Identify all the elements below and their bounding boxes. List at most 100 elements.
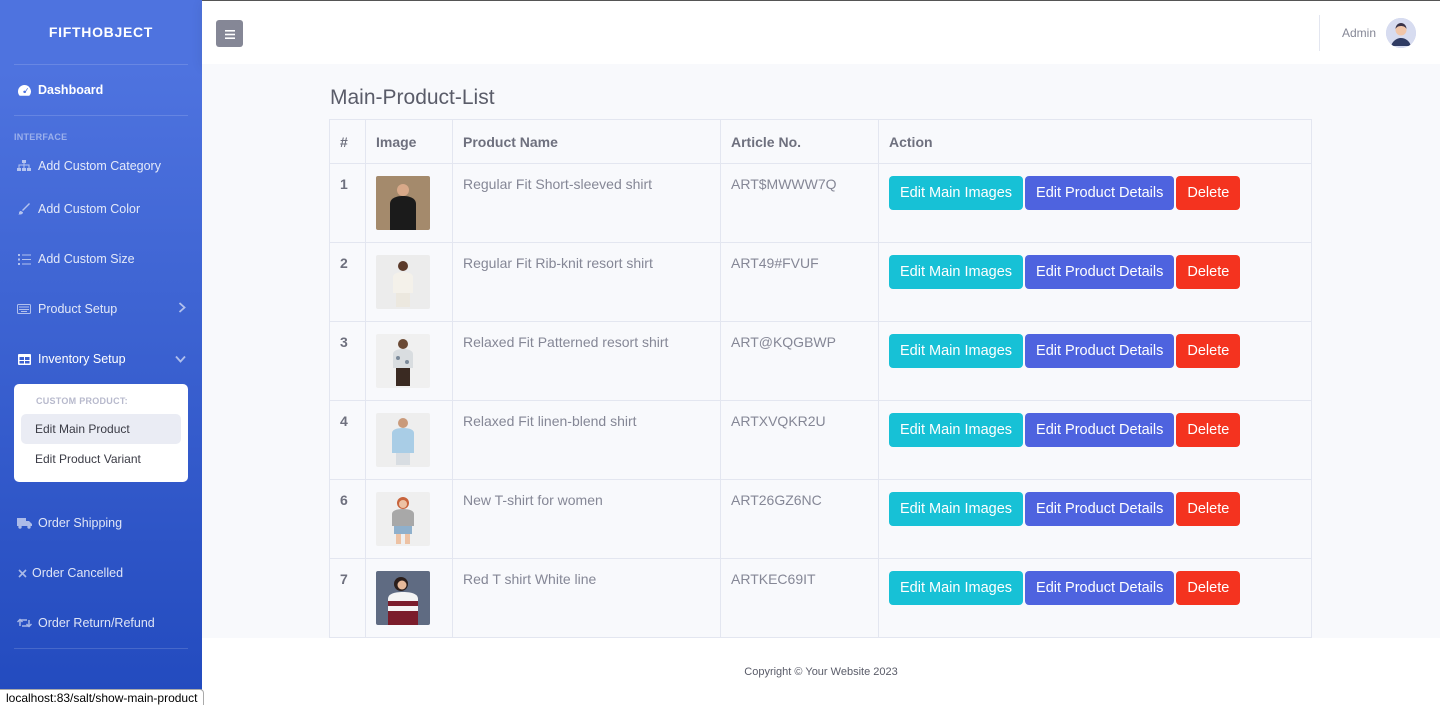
edit-product-details-button[interactable]: Edit Product Details: [1025, 255, 1175, 289]
row-number: 3: [329, 321, 366, 401]
truck-icon: [16, 515, 32, 531]
topbar: Admin: [202, 0, 1440, 64]
table-row: 7 Red T shirt White line ARTKEC69IT Edit…: [329, 558, 1312, 638]
sidebar-item-dashboard[interactable]: Dashboard: [0, 65, 202, 115]
retweet-icon: [16, 615, 32, 631]
sidebar-item-label: Order Return/Refund: [38, 616, 155, 630]
product-thumbnail[interactable]: [376, 571, 430, 625]
chevron-down-icon: [175, 352, 186, 366]
submenu-item-edit-main-product[interactable]: Edit Main Product: [21, 414, 181, 444]
article-no: ART49#FVUF: [720, 242, 879, 322]
image-cell: [365, 558, 453, 638]
edit-main-images-button[interactable]: Edit Main Images: [889, 255, 1024, 289]
column-header: Product Name: [452, 119, 721, 164]
sidebar-item-label: Dashboard: [38, 83, 104, 97]
edit-main-images-button[interactable]: Edit Main Images: [889, 492, 1024, 526]
footer: Copyright © Your Website 2023: [202, 638, 1440, 705]
sidebar-item-label: Add Custom Color: [38, 202, 141, 216]
article-no: ART26GZ6NC: [720, 479, 879, 559]
image-cell: [365, 479, 453, 559]
row-number: 2: [329, 242, 366, 322]
sitemap-icon: [16, 158, 32, 174]
image-cell: [365, 163, 453, 243]
list-icon: [16, 251, 32, 267]
edit-product-details-button[interactable]: Edit Product Details: [1025, 176, 1175, 210]
chevron-right-icon: [178, 302, 186, 316]
edit-product-details-button[interactable]: Edit Product Details: [1025, 334, 1175, 368]
product-thumbnail[interactable]: [376, 334, 430, 388]
action-cell: Edit Main Images Edit Product Details Dele…: [878, 479, 1312, 559]
bars-icon: [224, 26, 235, 42]
product-table: # Image Product Name Article No. Action …: [329, 119, 1312, 638]
column-header: Image: [365, 119, 453, 164]
row-number: 7: [329, 558, 366, 638]
sidebar-item-label: Order Cancelled: [32, 566, 124, 580]
sidebar-heading: INTERFACE: [14, 132, 68, 142]
sidebar-item-order-cancelled[interactable]: Order Cancelled: [0, 548, 202, 598]
submenu-item-edit-product-variant[interactable]: Edit Product Variant: [21, 444, 181, 474]
table-row: 3 Relaxed Fit Patterned resort shirt ART…: [329, 321, 1312, 401]
product-thumbnail[interactable]: [376, 492, 430, 546]
image-cell: [365, 321, 453, 401]
product-thumbnail[interactable]: [376, 255, 430, 309]
sidebar-item-order-shipping[interactable]: Order Shipping: [0, 498, 202, 548]
edit-product-details-button[interactable]: Edit Product Details: [1025, 492, 1175, 526]
product-name: Regular Fit Rib-knit resort shirt: [452, 242, 721, 322]
delete-button[interactable]: Delete: [1176, 571, 1241, 605]
user-dropdown[interactable]: Admin: [1342, 18, 1416, 48]
delete-button[interactable]: Delete: [1176, 413, 1241, 447]
table-row: 4 Relaxed Fit linen-blend shirt ARTXVQKR…: [329, 400, 1312, 480]
times-icon: [16, 565, 28, 581]
image-cell: [365, 400, 453, 480]
table-icon: [16, 351, 32, 367]
table-row: 1 Regular Fit Short-sleeved shirt ART$MW…: [329, 163, 1312, 243]
avatar: [1386, 18, 1416, 48]
sidebar-item-add-category[interactable]: Add Custom Category: [0, 148, 202, 184]
image-cell: [365, 242, 453, 322]
article-no: ARTKEC69IT: [720, 558, 879, 638]
sidebar-item-label: Inventory Setup: [38, 352, 126, 366]
sidebar-item-label: Product Setup: [38, 302, 118, 316]
edit-main-images-button[interactable]: Edit Main Images: [889, 176, 1024, 210]
edit-main-images-button[interactable]: Edit Main Images: [889, 413, 1024, 447]
sidebar-item-add-size[interactable]: Add Custom Size: [0, 234, 202, 284]
row-number: 4: [329, 400, 366, 480]
product-name: Relaxed Fit linen-blend shirt: [452, 400, 721, 480]
edit-product-details-button[interactable]: Edit Product Details: [1025, 413, 1175, 447]
action-cell: Edit Main Images Edit Product Details Dele…: [878, 400, 1312, 480]
edit-main-images-button[interactable]: Edit Main Images: [889, 334, 1024, 368]
sidebar-toggle-button[interactable]: [216, 20, 243, 47]
status-bar-url: localhost:83/salt/show-main-product: [0, 689, 205, 705]
sidebar-divider: [14, 648, 188, 649]
submenu-header: CUSTOM PRODUCT:: [36, 396, 128, 406]
sidebar-item-order-return[interactable]: Order Return/Refund: [0, 598, 202, 648]
inventory-submenu: CUSTOM PRODUCT: Edit Main Product Edit P…: [14, 384, 188, 482]
article-no: ART$MWWW7Q: [720, 163, 879, 243]
sidebar-item-inventory-setup[interactable]: Inventory Setup: [0, 334, 202, 384]
sidebar-item-product-setup[interactable]: Product Setup: [0, 284, 202, 334]
delete-button[interactable]: Delete: [1176, 492, 1241, 526]
sidebar-item-label: Order Shipping: [38, 516, 123, 530]
product-thumbnail[interactable]: [376, 413, 430, 467]
delete-button[interactable]: Delete: [1176, 255, 1241, 289]
article-no: ARTXVQKR2U: [720, 400, 879, 480]
column-header: Article No.: [720, 119, 879, 164]
brand-logo[interactable]: FIFTHOBJECT: [0, 0, 202, 64]
row-number: 1: [329, 163, 366, 243]
product-name: Relaxed Fit Patterned resort shirt: [452, 321, 721, 401]
table-row: 2 Regular Fit Rib-knit resort shirt ART4…: [329, 242, 1312, 322]
delete-button[interactable]: Delete: [1176, 334, 1241, 368]
action-cell: Edit Main Images Edit Product Details Dele…: [878, 558, 1312, 638]
user-name: Admin: [1341, 26, 1376, 40]
topbar-divider: [1319, 15, 1320, 51]
sidebar: FIFTHOBJECT Dashboard INTERFACE Add Cust…: [0, 0, 202, 705]
tachometer-icon: [16, 82, 32, 98]
edit-main-images-button[interactable]: Edit Main Images: [889, 571, 1024, 605]
copyright-text: Copyright © Your Website 2023: [744, 665, 898, 678]
product-thumbnail[interactable]: [376, 176, 430, 230]
sidebar-item-add-color[interactable]: Add Custom Color: [0, 184, 202, 234]
delete-button[interactable]: Delete: [1176, 176, 1241, 210]
page-title: Main-Product-List: [330, 86, 495, 109]
edit-product-details-button[interactable]: Edit Product Details: [1025, 571, 1175, 605]
action-cell: Edit Main Images Edit Product Details Dele…: [878, 163, 1312, 243]
